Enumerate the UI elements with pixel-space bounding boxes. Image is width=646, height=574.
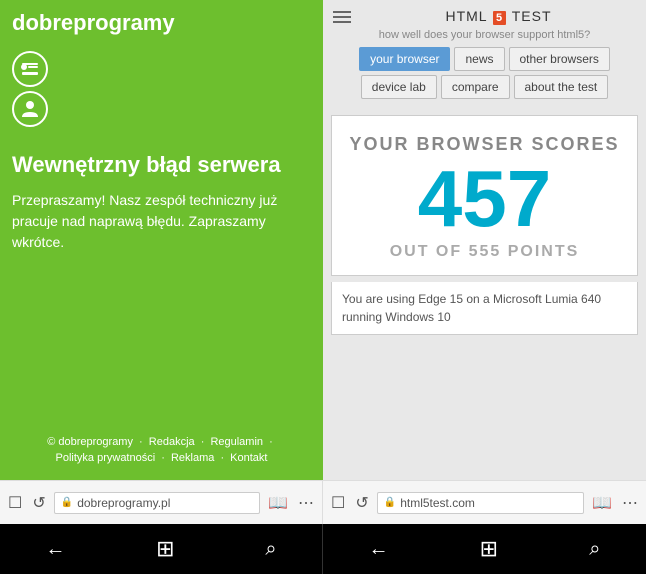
lock-icon-left: 🔒: [61, 497, 73, 508]
score-card: YOUR BROWSER SCORES 457 OUT OF 555 POINT…: [331, 115, 638, 276]
browser-bar-left: ☐ ↺ 🔒 dobreprogramy.pl 📖 ⋯: [0, 481, 323, 524]
footer-kontakt[interactable]: Kontakt: [230, 452, 267, 464]
left-panel: dobreprogramy Wewnętrzny błąd serwe: [0, 0, 323, 480]
hamburger-menu[interactable]: [333, 11, 351, 23]
footer-row-1: © dobreprogramy · Redakcja · Regulamin ·: [12, 436, 311, 448]
refresh-icon-right[interactable]: ↺: [353, 491, 370, 515]
lock-icon-right: 🔒: [384, 497, 396, 508]
browser-bar-right: ☐ ↺ 🔒 html5test.com 📖 ⋯: [323, 481, 646, 524]
error-title: Wewnętrzny błąd serwera: [12, 152, 311, 178]
book-icon-left[interactable]: 📖: [266, 491, 290, 515]
right-header: HTML 5 TEST how well does your browser s…: [323, 0, 646, 109]
tab-icon-left[interactable]: ☐: [6, 491, 24, 515]
site-subtitle: how well does your browser support html5…: [333, 29, 636, 41]
logo-text: dobreprogramy: [12, 10, 175, 36]
url-text-left: dobreprogramy.pl: [77, 496, 170, 510]
nav-bar: ← ⊞ ⌕ ← ⊞ ⌕: [0, 524, 646, 574]
score-out-of: OUT OF 555 POINTS: [390, 243, 580, 261]
home-button-left[interactable]: ⊞: [156, 536, 174, 562]
user-icon-1[interactable]: [12, 51, 48, 87]
refresh-icon-left[interactable]: ↺: [30, 491, 47, 515]
search-button-right[interactable]: ⌕: [589, 538, 600, 561]
home-button-right[interactable]: ⊞: [480, 536, 498, 562]
nav-btn-other-browsers[interactable]: other browsers: [509, 47, 610, 71]
url-bar-left[interactable]: 🔒 dobreprogramy.pl: [54, 492, 260, 514]
nav-btn-your-browser[interactable]: your browser: [359, 47, 450, 71]
back-button-right[interactable]: ←: [369, 538, 389, 561]
nav-half-right: ← ⊞ ⌕: [323, 524, 646, 574]
tab-icon-right[interactable]: ☐: [329, 491, 347, 515]
site-title: HTML 5 TEST: [361, 8, 636, 25]
user-icons-area: [0, 46, 323, 132]
nav-btn-device-lab[interactable]: device lab: [361, 75, 437, 99]
browser-bars: ☐ ↺ 🔒 dobreprogramy.pl 📖 ⋯ ☐ ↺ 🔒 html5te…: [0, 480, 646, 524]
nav-btn-compare[interactable]: compare: [441, 75, 510, 99]
error-description: Przepraszamy! Nasz zespół techniczny już…: [12, 190, 311, 253]
nav-buttons: your browser news other browsers device …: [333, 47, 636, 103]
left-header: dobreprogramy: [0, 0, 323, 46]
site-title-post: TEST: [512, 8, 552, 24]
score-number: 457: [418, 159, 551, 239]
left-body: Wewnętrzny błąd serwera Przepraszamy! Na…: [0, 132, 323, 426]
hamburger-row: HTML 5 TEST: [333, 8, 636, 25]
logo-plain: dobre: [12, 10, 73, 35]
footer-copy: © dobreprogramy: [47, 436, 133, 448]
score-label: YOUR BROWSER SCORES: [349, 134, 619, 155]
search-button-left[interactable]: ⌕: [265, 538, 276, 561]
url-text-right: html5test.com: [400, 496, 475, 510]
nav-btn-about-test[interactable]: about the test: [514, 75, 609, 99]
left-footer: © dobreprogramy · Redakcja · Regulamin ·…: [0, 426, 323, 480]
footer-row-2: Polityka prywatności · Reklama · Kontakt: [12, 452, 311, 464]
more-icon-left[interactable]: ⋯: [296, 491, 316, 515]
footer-polityka[interactable]: Polityka prywatności: [56, 452, 156, 464]
logo-bold: programy: [73, 10, 174, 35]
nav-btn-news[interactable]: news: [454, 47, 504, 71]
nav-half-left: ← ⊞ ⌕: [0, 524, 323, 574]
html5-badge: 5: [493, 11, 506, 25]
right-panel: HTML 5 TEST how well does your browser s…: [323, 0, 646, 480]
footer-regulamin[interactable]: Regulamin: [210, 436, 263, 448]
site-title-pre: HTML: [445, 8, 487, 24]
book-icon-right[interactable]: 📖: [590, 491, 614, 515]
user-icon-2[interactable]: [12, 91, 48, 127]
footer-redakcja[interactable]: Redakcja: [149, 436, 195, 448]
url-bar-right[interactable]: 🔒 html5test.com: [377, 492, 584, 514]
more-icon-right[interactable]: ⋯: [620, 491, 640, 515]
score-info: You are using Edge 15 on a Microsoft Lum…: [331, 282, 638, 335]
footer-reklama[interactable]: Reklama: [171, 452, 214, 464]
back-button-left[interactable]: ←: [45, 538, 65, 561]
